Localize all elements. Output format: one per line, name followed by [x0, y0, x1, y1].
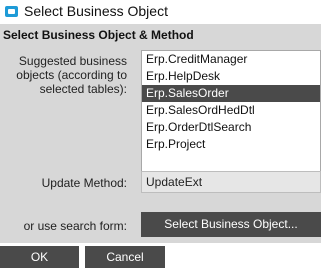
list-item-1[interactable]: Erp.HelpDesk [142, 68, 320, 85]
list-item-5[interactable]: Erp.Project [142, 136, 320, 153]
section-header: Select Business Object & Method [3, 28, 194, 42]
business-object-list[interactable]: Erp.CreditManager Erp.HelpDesk Erp.Sales… [141, 50, 321, 187]
window-title: Select Business Object [24, 3, 168, 19]
update-method-label: Update Method: [41, 176, 127, 190]
search-form-label: or use search form: [23, 219, 127, 233]
dialog-panel: Select Business Object & Method Suggeste… [0, 24, 321, 243]
list-item-3[interactable]: Erp.SalesOrdHedDtl [142, 102, 320, 119]
app-window-icon [5, 6, 18, 17]
list-item-2[interactable]: Erp.SalesOrder [142, 85, 320, 102]
title-bar: Select Business Object [0, 0, 321, 24]
list-item-0[interactable]: Erp.CreditManager [142, 51, 320, 68]
update-method-field[interactable]: UpdateExt [141, 171, 321, 193]
list-item-4[interactable]: Erp.OrderDtlSearch [142, 119, 320, 136]
cancel-button[interactable]: Cancel [85, 246, 165, 268]
dialog-footer: OK Cancel [0, 243, 321, 271]
select-business-object-button[interactable]: Select Business Object... [141, 212, 321, 237]
ok-button[interactable]: OK [0, 246, 79, 268]
suggested-objects-label: Suggested business objects (according to… [16, 54, 127, 96]
